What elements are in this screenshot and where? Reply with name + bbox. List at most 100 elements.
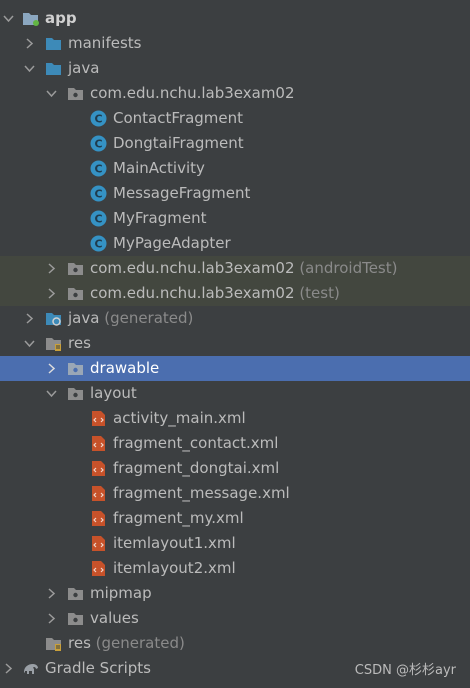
tree-row-java-generated[interactable]: java (generated) [0, 306, 470, 331]
tree-label-class: DongtaiFragment [113, 134, 244, 152]
tree-row-drawable[interactable]: drawable [0, 356, 470, 381]
resource-folder-icon [45, 335, 62, 352]
package-icon [67, 260, 84, 277]
svg-text:C: C [94, 138, 102, 151]
package-name: com.edu.nchu.lab3exam02 [90, 259, 295, 277]
tree-label-class: ContactFragment [113, 109, 244, 127]
tree-row-app[interactable]: app [0, 6, 470, 31]
gradle-elephant-icon [22, 660, 39, 677]
tree-row-mipmap[interactable]: mipmap [0, 581, 470, 606]
xml-file-icon [90, 535, 107, 552]
tree-label-java-generated: java (generated) [68, 306, 193, 331]
tree-row-layout[interactable]: layout [0, 381, 470, 406]
tree-row-res[interactable]: res [0, 331, 470, 356]
tree-row-manifests[interactable]: manifests [0, 31, 470, 56]
tree-label-layout: layout [90, 384, 137, 402]
source-set-suffix: (androidTest) [299, 259, 398, 277]
generated-folder-icon [45, 310, 62, 327]
svg-text:C: C [94, 238, 102, 251]
tree-label-xml-file: fragment_message.xml [113, 484, 290, 502]
tree-label-res: res [68, 334, 91, 352]
tree-label-drawable: drawable [90, 359, 160, 377]
tree-row-package-main[interactable]: com.edu.nchu.lab3exam02 [0, 81, 470, 106]
tree-row-package-android-test[interactable]: com.edu.nchu.lab3exam02 (androidTest) [0, 256, 470, 281]
svg-text:C: C [94, 213, 102, 226]
tree-row-package-test[interactable]: com.edu.nchu.lab3exam02 (test) [0, 281, 470, 306]
tree-label-xml-file: activity_main.xml [113, 409, 246, 427]
tree-row-res-generated[interactable]: res (generated) [0, 631, 470, 656]
tree-row-java[interactable]: java [0, 56, 470, 81]
tree-row-xml-file[interactable]: activity_main.xml [0, 406, 470, 431]
chevron-right-icon[interactable] [46, 263, 57, 274]
tree-row-class[interactable]: C MyPageAdapter [0, 231, 470, 256]
tree-label-res-generated: res (generated) [68, 631, 185, 656]
svg-text:C: C [94, 188, 102, 201]
tree-row-xml-file[interactable]: fragment_my.xml [0, 506, 470, 531]
chevron-down-icon[interactable] [46, 388, 57, 399]
chevron-right-icon[interactable] [24, 313, 35, 324]
source-folder-icon [45, 60, 62, 77]
svg-text:C: C [94, 163, 102, 176]
tree-row-xml-file[interactable]: fragment_contact.xml [0, 431, 470, 456]
folder-icon [67, 385, 84, 402]
svg-text:C: C [94, 113, 102, 126]
tree-label-xml-file: itemlayout1.xml [113, 534, 236, 552]
package-name: com.edu.nchu.lab3exam02 [90, 284, 295, 302]
folder-icon [45, 35, 62, 52]
tree-label-java: java [68, 59, 100, 77]
tree-label-mipmap: mipmap [90, 584, 152, 602]
chevron-down-icon[interactable] [24, 338, 35, 349]
project-tree: app manifests java com.edu.nchu.lab3exam… [0, 6, 470, 681]
generated-suffix: (generated) [95, 634, 185, 652]
chevron-down-icon[interactable] [24, 63, 35, 74]
tree-row-class[interactable]: C MyFragment [0, 206, 470, 231]
xml-file-icon [90, 435, 107, 452]
class-icon: C [90, 235, 107, 252]
tree-label-xml-file: fragment_my.xml [113, 509, 244, 527]
xml-file-icon [90, 510, 107, 527]
tree-row-class[interactable]: C MessageFragment [0, 181, 470, 206]
tree-label-values: values [90, 609, 139, 627]
chevron-right-icon[interactable] [46, 288, 57, 299]
folder-name: java [68, 309, 100, 327]
chevron-down-icon[interactable] [3, 13, 14, 24]
chevron-right-icon[interactable] [46, 363, 57, 374]
tree-row-class[interactable]: C MainActivity [0, 156, 470, 181]
resource-folder-icon [45, 635, 62, 652]
chevron-right-icon[interactable] [3, 663, 14, 674]
tree-row-class[interactable]: C DongtaiFragment [0, 131, 470, 156]
tree-row-values[interactable]: values [0, 606, 470, 631]
tree-label-package-test: com.edu.nchu.lab3exam02 (test) [90, 281, 340, 306]
tree-label-class: MainActivity [113, 159, 205, 177]
tree-label-xml-file: itemlayout2.xml [113, 559, 236, 577]
chevron-right-icon[interactable] [46, 588, 57, 599]
package-icon [67, 285, 84, 302]
tree-label-gradle-scripts: Gradle Scripts [45, 659, 151, 677]
tree-label-package-android-test: com.edu.nchu.lab3exam02 (androidTest) [90, 256, 397, 281]
tree-row-class[interactable]: C ContactFragment [0, 106, 470, 131]
class-icon: C [90, 135, 107, 152]
tree-row-xml-file[interactable]: itemlayout1.xml [0, 531, 470, 556]
tree-row-xml-file[interactable]: fragment_message.xml [0, 481, 470, 506]
source-set-suffix: (test) [299, 284, 340, 302]
folder-icon [67, 585, 84, 602]
tree-label-app: app [45, 9, 77, 27]
class-icon: C [90, 160, 107, 177]
folder-name: res [68, 634, 91, 652]
tree-label-xml-file: fragment_dongtai.xml [113, 459, 280, 477]
tree-row-xml-file[interactable]: fragment_dongtai.xml [0, 456, 470, 481]
xml-file-icon [90, 485, 107, 502]
tree-label-class: MessageFragment [113, 184, 251, 202]
tree-label-package-main: com.edu.nchu.lab3exam02 [90, 84, 295, 102]
chevron-right-icon[interactable] [46, 613, 57, 624]
tree-row-xml-file[interactable]: itemlayout2.xml [0, 556, 470, 581]
xml-file-icon [90, 460, 107, 477]
tree-label-class: MyFragment [113, 209, 207, 227]
tree-label-xml-file: fragment_contact.xml [113, 434, 279, 452]
chevron-right-icon[interactable] [24, 38, 35, 49]
folder-icon [67, 610, 84, 627]
package-icon [67, 85, 84, 102]
chevron-down-icon[interactable] [46, 88, 57, 99]
class-icon: C [90, 110, 107, 127]
watermark: CSDN @杉杉ayr [354, 663, 456, 678]
